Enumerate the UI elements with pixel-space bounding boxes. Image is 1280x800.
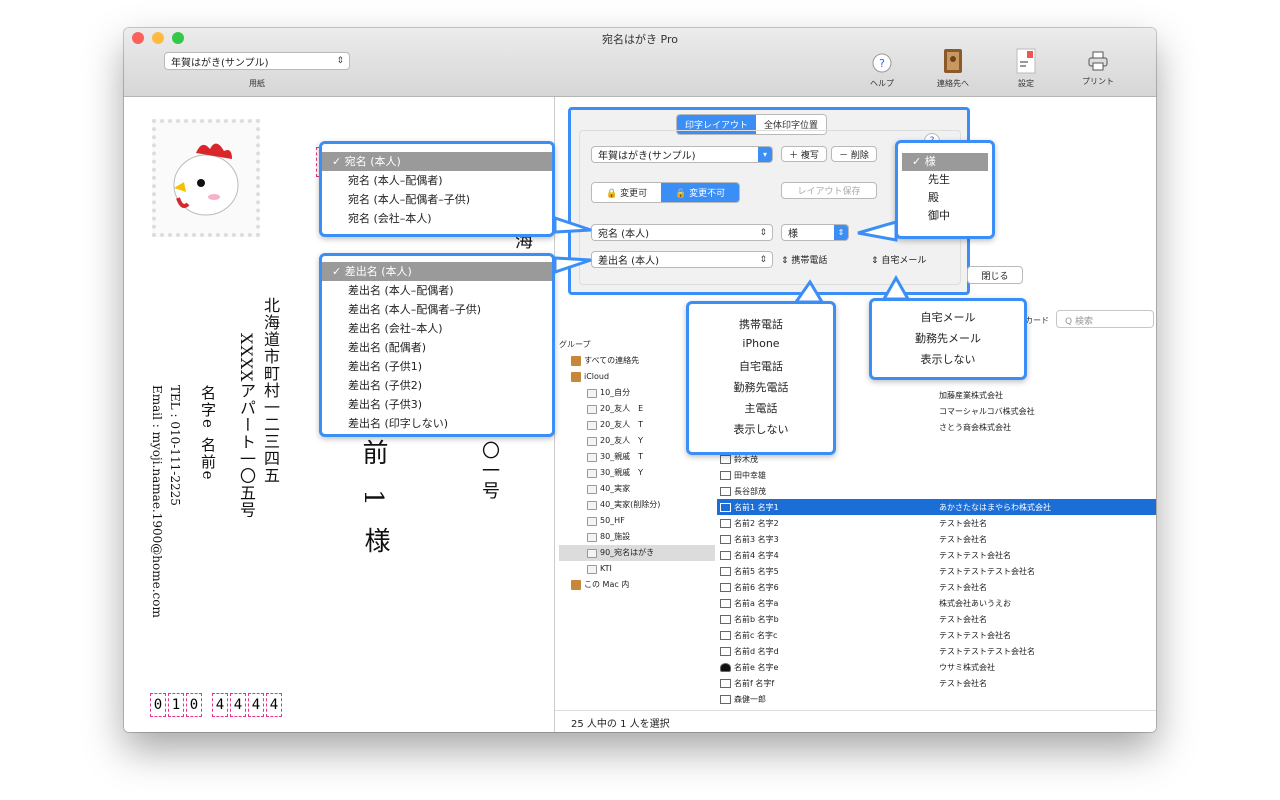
callout-pointers	[553, 215, 911, 304]
